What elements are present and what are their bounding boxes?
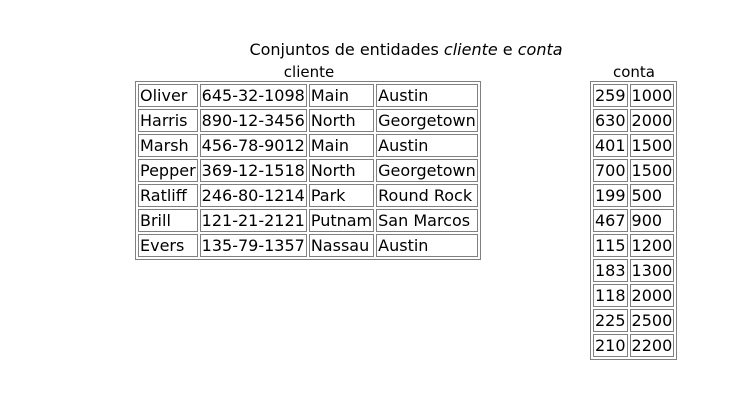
conta-table-cell: 199	[593, 184, 628, 207]
conta-table-row: 225 2500	[593, 309, 675, 332]
cliente-table-cell: Georgetown	[376, 109, 478, 132]
cliente-table-cell: 369-12-1518	[199, 159, 307, 182]
cliente-table-cell: Austin	[376, 234, 478, 257]
conta-table-row: 401 1500	[593, 134, 675, 157]
title-entity-conta: conta	[517, 40, 563, 59]
cliente-table-cell: Evers	[138, 234, 198, 257]
cliente-table-row: Oliver 645-32-1098 Main Austin	[138, 84, 478, 107]
conta-table-row: 700 1500	[593, 159, 675, 182]
conta-table-row: 199 500	[593, 184, 675, 207]
cliente-table-row: Evers 135-79-1357 Nassau Austin	[138, 234, 478, 257]
conta-table: 259 1000 630 2000 401 1500 700 1500 199 500 467 900…	[590, 81, 678, 360]
cliente-table-cell: Main	[308, 84, 375, 107]
cliente-table-cell: Brill	[138, 209, 198, 232]
conta-table-cell: 183	[593, 259, 628, 282]
cliente-table-cell: North	[308, 159, 375, 182]
cliente-table-cell: Austin	[376, 134, 478, 157]
page-title: Conjuntos de entidades cliente e conta	[0, 40, 754, 59]
conta-table-cell: 118	[593, 284, 628, 307]
cliente-table-cell: North	[308, 109, 375, 132]
conta-table-cell: 1200	[629, 234, 675, 257]
cliente-table-cell: Main	[308, 134, 375, 157]
conta-table-cell: 115	[593, 234, 628, 257]
conta-table-cell: 2000	[629, 284, 675, 307]
conta-table-cell: 900	[629, 209, 675, 232]
cliente-table-row: Pepper 369-12-1518 North Georgetown	[138, 159, 478, 182]
conta-table-cell: 467	[593, 209, 628, 232]
conta-table-cell: 1500	[629, 134, 675, 157]
conta-caption: conta	[612, 63, 655, 81]
title-entity-cliente: cliente	[443, 40, 498, 59]
cliente-table: Oliver 645-32-1098 Main Austin Harris 890-12-…	[135, 81, 481, 260]
cliente-table-row: Marsh 456-78-9012 Main Austin	[138, 134, 478, 157]
cliente-table-row: Ratliff 246-80-1214 Park Round Rock	[138, 184, 478, 207]
conta-table-cell: 401	[593, 134, 628, 157]
cliente-table-cell: Oliver	[138, 84, 198, 107]
conta-table-row: 467 900	[593, 209, 675, 232]
conta-table-cell: 2000	[629, 109, 675, 132]
conta-table-cell: 700	[593, 159, 628, 182]
cliente-table-cell: Pepper	[138, 159, 198, 182]
cliente-table-cell: Harris	[138, 109, 198, 132]
conta-table-cell: 2200	[629, 334, 675, 357]
cliente-table-row: Harris 890-12-3456 North Georgetown	[138, 109, 478, 132]
conta-table-cell: 2500	[629, 309, 675, 332]
cliente-table-cell: Round Rock	[376, 184, 478, 207]
cliente-table-cell: Nassau	[308, 234, 375, 257]
cliente-table-cell: Marsh	[138, 134, 198, 157]
title-prefix: Conjuntos de entidades	[249, 40, 444, 59]
cliente-table-cell: Austin	[376, 84, 478, 107]
conta-table-row: 115 1200	[593, 234, 675, 257]
title-conjunction: e	[497, 40, 518, 59]
cliente-table-cell: Park	[308, 184, 375, 207]
conta-table-cell: 630	[593, 109, 628, 132]
cliente-table-cell: 890-12-3456	[199, 109, 307, 132]
cliente-table-cell: 121-21-2121	[199, 209, 307, 232]
cliente-table-cell: 135-79-1357	[199, 234, 307, 257]
cliente-table-row: Brill 121-21-2121 Putnam San Marcos	[138, 209, 478, 232]
cliente-table-cell: 246-80-1214	[199, 184, 307, 207]
conta-table-row: 259 1000	[593, 84, 675, 107]
conta-table-cell: 259	[593, 84, 628, 107]
conta-table-cell: 1300	[629, 259, 675, 282]
conta-table-cell: 500	[629, 184, 675, 207]
conta-table-row: 630 2000	[593, 109, 675, 132]
cliente-table-cell: Putnam	[308, 209, 375, 232]
conta-table-row: 210 2200	[593, 334, 675, 357]
conta-table-row: 183 1300	[593, 259, 675, 282]
cliente-table-cell: Ratliff	[138, 184, 198, 207]
conta-table-cell: 210	[593, 334, 628, 357]
cliente-table-cell: Georgetown	[376, 159, 478, 182]
cliente-table-cell: San Marcos	[376, 209, 478, 232]
conta-table-row: 118 2000	[593, 284, 675, 307]
cliente-table-cell: 456-78-9012	[199, 134, 307, 157]
cliente-caption: cliente	[283, 63, 335, 81]
conta-table-cell: 1000	[629, 84, 675, 107]
conta-table-cell: 1500	[629, 159, 675, 182]
conta-table-cell: 225	[593, 309, 628, 332]
cliente-table-cell: 645-32-1098	[199, 84, 307, 107]
